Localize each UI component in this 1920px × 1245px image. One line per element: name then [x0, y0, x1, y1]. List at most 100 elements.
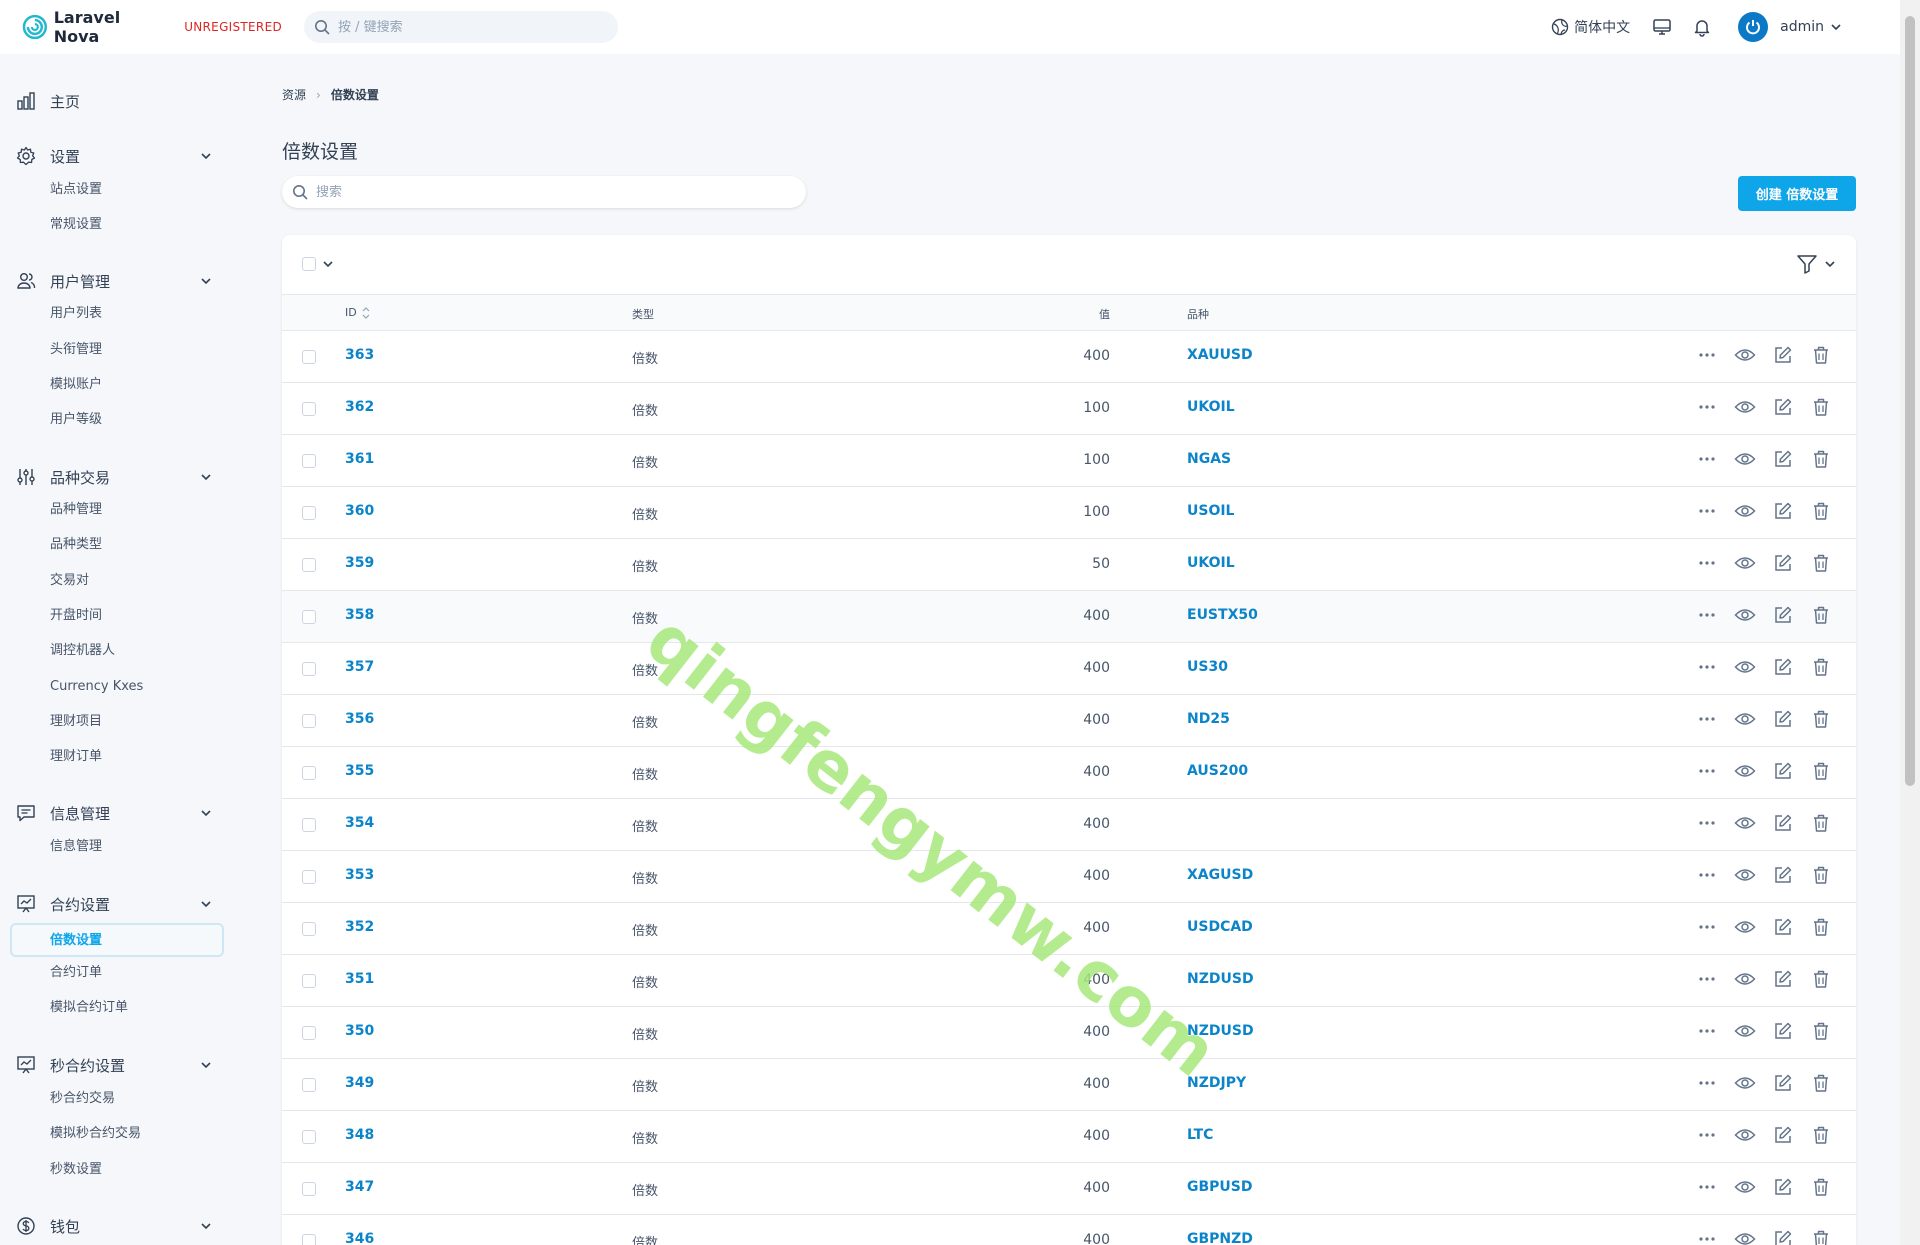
table-row[interactable]: 356 倍数 400 ND25: [282, 695, 1856, 747]
row-delete-button[interactable]: [1802, 1229, 1840, 1245]
row-edit-button[interactable]: [1764, 397, 1802, 417]
row-delete-button[interactable]: [1802, 553, 1840, 573]
trash-icon[interactable]: [1812, 865, 1830, 885]
eye-icon[interactable]: [1734, 451, 1756, 467]
row-more-button[interactable]: [1688, 1080, 1726, 1086]
row-checkbox[interactable]: [302, 818, 316, 832]
row-checkbox[interactable]: [302, 558, 316, 572]
row-id-link[interactable]: 348: [345, 1127, 374, 1143]
trash-icon[interactable]: [1812, 501, 1830, 521]
row-edit-button[interactable]: [1764, 345, 1802, 365]
row-id-link[interactable]: 359: [345, 555, 374, 571]
more-icon[interactable]: [1698, 872, 1716, 878]
row-more-button[interactable]: [1688, 508, 1726, 514]
edit-icon[interactable]: [1773, 657, 1793, 677]
table-row[interactable]: 348 倍数 400 LTC: [282, 1111, 1856, 1163]
row-view-button[interactable]: [1726, 659, 1764, 675]
resource-search-input[interactable]: [316, 184, 776, 200]
sidebar-section-users[interactable]: 用户管理: [0, 266, 240, 296]
row-checkbox[interactable]: [302, 506, 316, 520]
table-row[interactable]: 349 倍数 400 NZDJPY: [282, 1059, 1856, 1111]
more-icon[interactable]: [1698, 404, 1716, 410]
global-search[interactable]: [304, 11, 618, 43]
row-more-button[interactable]: [1688, 352, 1726, 358]
table-row[interactable]: 351 倍数 400 NZDUSD: [282, 955, 1856, 1007]
sidebar-item-trading-pairs[interactable]: 交易对: [50, 571, 89, 591]
row-more-button[interactable]: [1688, 1236, 1726, 1242]
more-icon[interactable]: [1698, 612, 1716, 618]
row-view-button[interactable]: [1726, 399, 1764, 415]
eye-icon[interactable]: [1734, 1179, 1756, 1195]
eye-icon[interactable]: [1734, 1075, 1756, 1091]
row-edit-button[interactable]: [1764, 761, 1802, 781]
sidebar-section-trading[interactable]: 品种交易: [0, 462, 240, 492]
eye-icon[interactable]: [1734, 1231, 1756, 1245]
eye-icon[interactable]: [1734, 659, 1756, 675]
edit-icon[interactable]: [1773, 1177, 1793, 1197]
trash-icon[interactable]: [1812, 709, 1830, 729]
more-icon[interactable]: [1698, 976, 1716, 982]
eye-icon[interactable]: [1734, 867, 1756, 883]
row-delete-button[interactable]: [1802, 657, 1840, 677]
row-checkbox[interactable]: [302, 1026, 316, 1040]
eye-icon[interactable]: [1734, 503, 1756, 519]
sidebar-item-demo-accounts[interactable]: 模拟账户: [50, 375, 102, 395]
sidebar-item-control-robot[interactable]: 调控机器人: [50, 641, 115, 661]
row-view-button[interactable]: [1726, 1179, 1764, 1195]
edit-icon[interactable]: [1773, 865, 1793, 885]
row-view-button[interactable]: [1726, 763, 1764, 779]
sidebar-item-contract-orders[interactable]: 合约订单: [50, 963, 102, 983]
row-more-button[interactable]: [1688, 560, 1726, 566]
monitor-button[interactable]: [1652, 17, 1672, 37]
row-id-link[interactable]: 361: [345, 451, 374, 467]
more-icon[interactable]: [1698, 1236, 1716, 1242]
eye-icon[interactable]: [1734, 971, 1756, 987]
row-more-button[interactable]: [1688, 872, 1726, 878]
row-more-button[interactable]: [1688, 664, 1726, 670]
trash-icon[interactable]: [1812, 1021, 1830, 1041]
row-more-button[interactable]: [1688, 456, 1726, 462]
resource-search[interactable]: [282, 176, 806, 208]
row-view-button[interactable]: [1726, 1075, 1764, 1091]
table-row[interactable]: 359 倍数 50 UKOIL: [282, 539, 1856, 591]
row-id-link[interactable]: 358: [345, 607, 374, 623]
trash-icon[interactable]: [1812, 397, 1830, 417]
row-checkbox[interactable]: [302, 974, 316, 988]
trash-icon[interactable]: [1812, 345, 1830, 365]
global-search-input[interactable]: [338, 19, 598, 35]
sidebar-item-symbol-types[interactable]: 品种类型: [50, 535, 102, 555]
row-checkbox[interactable]: [302, 1130, 316, 1144]
row-delete-button[interactable]: [1802, 917, 1840, 937]
row-symbol-link[interactable]: GBPUSD: [1187, 1179, 1253, 1195]
row-symbol-link[interactable]: LTC: [1187, 1127, 1213, 1143]
row-checkbox[interactable]: [302, 350, 316, 364]
more-icon[interactable]: [1698, 768, 1716, 774]
row-view-button[interactable]: [1726, 711, 1764, 727]
more-icon[interactable]: [1698, 924, 1716, 930]
table-row[interactable]: 362 倍数 100 UKOIL: [282, 383, 1856, 435]
edit-icon[interactable]: [1773, 969, 1793, 989]
eye-icon[interactable]: [1734, 919, 1756, 935]
row-view-button[interactable]: [1726, 503, 1764, 519]
trash-icon[interactable]: [1812, 553, 1830, 573]
row-id-link[interactable]: 353: [345, 867, 374, 883]
trash-icon[interactable]: [1812, 969, 1830, 989]
sidebar-item-user-levels[interactable]: 用户等级: [50, 410, 102, 430]
sidebar-item-home[interactable]: 主页: [0, 86, 240, 116]
more-icon[interactable]: [1698, 560, 1716, 566]
row-id-link[interactable]: 347: [345, 1179, 374, 1195]
sidebar-item-seconds-settings[interactable]: 秒数设置: [50, 1160, 102, 1180]
trash-icon[interactable]: [1812, 1125, 1830, 1145]
edit-icon[interactable]: [1773, 917, 1793, 937]
sidebar-item-second-contract-trading[interactable]: 秒合约交易: [50, 1089, 115, 1109]
row-more-button[interactable]: [1688, 976, 1726, 982]
table-row[interactable]: 347 倍数 400 GBPUSD: [282, 1163, 1856, 1215]
row-checkbox[interactable]: [302, 922, 316, 936]
column-id[interactable]: ID: [345, 306, 370, 319]
edit-icon[interactable]: [1773, 1073, 1793, 1093]
chevron-down-icon[interactable]: [1830, 21, 1842, 33]
row-checkbox[interactable]: [302, 1234, 316, 1245]
more-icon[interactable]: [1698, 352, 1716, 358]
row-id-link[interactable]: 352: [345, 919, 374, 935]
trash-icon[interactable]: [1812, 1229, 1830, 1245]
